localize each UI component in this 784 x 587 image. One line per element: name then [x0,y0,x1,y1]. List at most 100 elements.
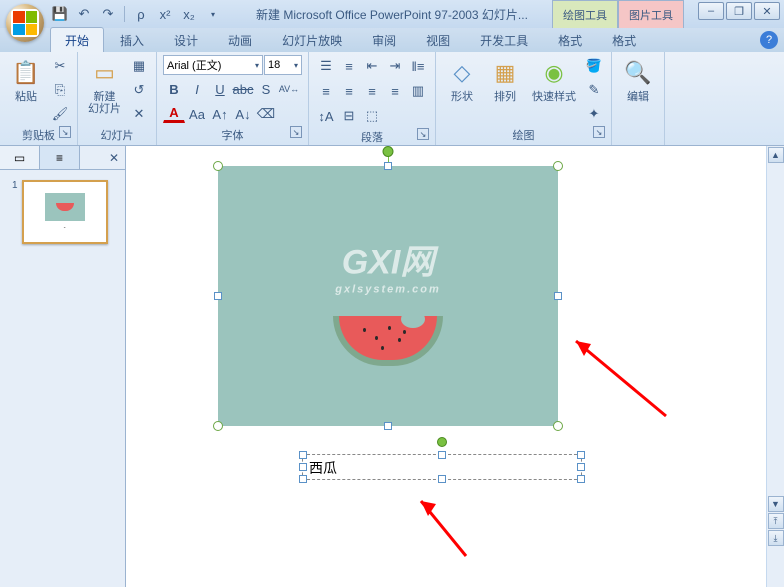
context-tab-drawing[interactable]: 绘图工具 [552,0,618,28]
paragraph-launcher[interactable]: ↘ [417,128,429,140]
editing-button[interactable]: 🔍 编辑 [618,55,658,105]
shrink-font-button[interactable]: A↓ [232,103,254,125]
numbering-button[interactable]: ≡ [338,55,360,77]
font-color-button[interactable]: A [163,103,185,123]
indent-inc-button[interactable]: ⇥ [384,55,406,77]
tab-review[interactable]: 审阅 [358,28,410,52]
resize-handle-w[interactable] [214,292,222,300]
italic-button[interactable]: I [186,78,208,100]
align-right-button[interactable]: ≡ [361,80,383,102]
tb-handle-nw[interactable] [299,451,307,459]
context-tab-picture[interactable]: 图片工具 [618,0,684,28]
tab-animation[interactable]: 动画 [214,28,266,52]
reset-icon[interactable]: ↺ [128,79,150,101]
strike-button[interactable]: abc [232,78,254,100]
drawing-launcher[interactable]: ↘ [593,126,605,138]
underline-button[interactable]: U [209,78,231,100]
resize-handle-se[interactable] [553,421,563,431]
save-icon[interactable]: 💾 [50,4,70,24]
tab-view[interactable]: 视图 [412,28,464,52]
shape-fill-button[interactable]: 🪣 [583,55,605,77]
resize-handle-sw[interactable] [213,421,223,431]
scroll-down-icon[interactable]: ▼ [768,496,784,512]
bold-button[interactable]: B [163,78,185,100]
clear-format-button[interactable]: ⌫ [255,103,277,125]
tb-handle-n[interactable] [438,451,446,459]
redo-icon[interactable]: ↷ [98,4,118,24]
copy-icon[interactable]: ⎘ [49,79,71,101]
line-spacing-button[interactable]: ‖≡ [407,55,429,77]
tab-format-1[interactable]: 格式 [544,28,596,52]
tb-handle-se[interactable] [577,475,585,483]
tb-handle-sw[interactable] [299,475,307,483]
restore-button[interactable]: ❐ [726,2,752,20]
tb-handle-e[interactable] [577,463,585,471]
paste-button[interactable]: 📋 粘贴 [6,55,46,105]
smartart-button[interactable]: ⬚ [361,105,383,127]
shapes-button[interactable]: ◇ 形状 [442,55,482,105]
clipboard-launcher[interactable]: ↘ [59,126,71,138]
cut-icon[interactable]: ✂ [49,55,71,77]
tab-home[interactable]: 开始 [50,27,104,52]
subscript-icon[interactable]: x₂ [179,4,199,24]
tb-handle-s[interactable] [438,475,446,483]
tab-slideshow[interactable]: 幻灯片放映 [268,28,356,52]
align-left-button[interactable]: ≡ [315,80,337,102]
help-button[interactable]: ? [760,31,778,49]
format-painter-icon[interactable]: 🖌 [49,103,71,125]
grow-font-button[interactable]: A↑ [209,103,231,125]
resize-handle-e[interactable] [554,292,562,300]
resize-handle-n[interactable] [384,162,392,170]
selected-image[interactable]: GXI网gxlsystem.com [218,166,558,426]
qat-more-icon[interactable]: ▾ [203,4,223,24]
delete-slide-icon[interactable]: ✕ [128,103,150,125]
minimize-button[interactable]: – [698,2,724,20]
arrange-button[interactable]: ▦ 排列 [485,55,525,105]
tab-design[interactable]: 设计 [160,28,212,52]
resize-handle-nw[interactable] [213,161,223,171]
watermelon-image [333,316,443,366]
textbox-rotation-handle[interactable] [437,437,447,447]
font-name-combo[interactable]: Arial (正文)▾ [163,55,263,75]
new-slide-button[interactable]: ▭ 新建 幻灯片 [84,55,125,117]
thumb-tab-slides[interactable]: ▭ [0,146,40,169]
quick-styles-button[interactable]: ◉ 快速样式 [528,55,580,105]
font-size-combo[interactable]: 18▾ [264,55,302,75]
undo-icon[interactable]: ↶ [74,4,94,24]
slide-thumbnail[interactable]: 1 - [12,180,113,244]
tab-insert[interactable]: 插入 [106,28,158,52]
font-launcher[interactable]: ↘ [290,126,302,138]
layout-icon[interactable]: ▦ [128,55,150,77]
thumb-close-icon[interactable]: ✕ [109,151,119,165]
char-spacing-button[interactable]: AV↔ [278,78,300,100]
tab-format-2[interactable]: 格式 [598,28,650,52]
vertical-scrollbar[interactable]: ▲ ▼ ⤒ ⤓ [766,146,784,587]
superscript-icon[interactable]: x² [155,4,175,24]
align-center-button[interactable]: ≡ [338,80,360,102]
resize-handle-s[interactable] [384,422,392,430]
tb-handle-ne[interactable] [577,451,585,459]
text-box[interactable]: 西瓜 [302,454,582,480]
shadow-button[interactable]: S [255,78,277,100]
align-text-button[interactable]: ⊟ [338,105,360,127]
close-button[interactable]: ✕ [754,2,780,20]
change-case-button[interactable]: Aa [186,103,208,125]
next-slide-icon[interactable]: ⤓ [768,530,784,546]
shape-outline-button[interactable]: ✎ [583,79,605,101]
columns-button[interactable]: ▥ [407,80,429,102]
indent-dec-button[interactable]: ⇤ [361,55,383,77]
thumb-tab-outline[interactable]: ≡ [40,146,80,169]
justify-button[interactable]: ≡ [384,80,406,102]
slide-editor[interactable]: GXI网gxlsystem.com 西瓜 [126,146,784,587]
prev-slide-icon[interactable]: ⤒ [768,513,784,529]
scroll-up-icon[interactable]: ▲ [768,147,784,163]
bullets-button[interactable]: ☰ [315,55,337,77]
resize-handle-ne[interactable] [553,161,563,171]
tb-handle-w[interactable] [299,463,307,471]
qat-item[interactable]: ρ [131,4,151,24]
shape-effects-button[interactable]: ✦ [583,103,605,125]
office-button[interactable] [6,4,44,42]
rotation-handle[interactable] [383,146,394,157]
text-direction-button[interactable]: ↕A [315,105,337,127]
tab-developer[interactable]: 开发工具 [466,28,542,52]
